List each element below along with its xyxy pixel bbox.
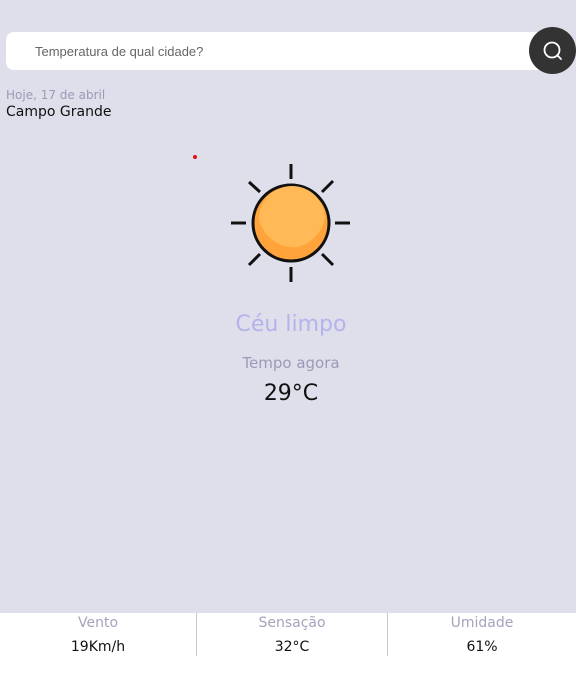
stat-label: Umidade xyxy=(450,615,514,631)
stat-value: 32°C xyxy=(274,639,310,655)
search-bar xyxy=(6,27,576,74)
city-name: Campo Grande xyxy=(6,104,112,120)
weather-condition: Céu limpo xyxy=(235,312,347,337)
red-dot-marker xyxy=(193,155,197,159)
stat-feels-like: Sensação 32°C xyxy=(196,613,387,656)
stat-label: Vento xyxy=(77,615,119,631)
stat-value: 19Km/h xyxy=(70,639,126,655)
current-date: Hoje, 17 de abril xyxy=(6,88,106,102)
search-button[interactable] xyxy=(529,27,576,74)
sun-icon xyxy=(231,164,350,282)
weather-stats-bar: Vento 19Km/h Sensação 32°C Umidade 61% xyxy=(0,613,576,674)
search-input[interactable] xyxy=(6,32,566,70)
stat-humidity: Umidade 61% xyxy=(387,613,576,656)
current-temperature: 29°C xyxy=(263,381,319,406)
search-icon xyxy=(543,41,562,60)
time-label: Tempo agora xyxy=(242,354,340,372)
stat-wind: Vento 19Km/h xyxy=(0,613,196,674)
stat-label: Sensação xyxy=(258,615,326,631)
stat-value: 61% xyxy=(466,639,498,655)
